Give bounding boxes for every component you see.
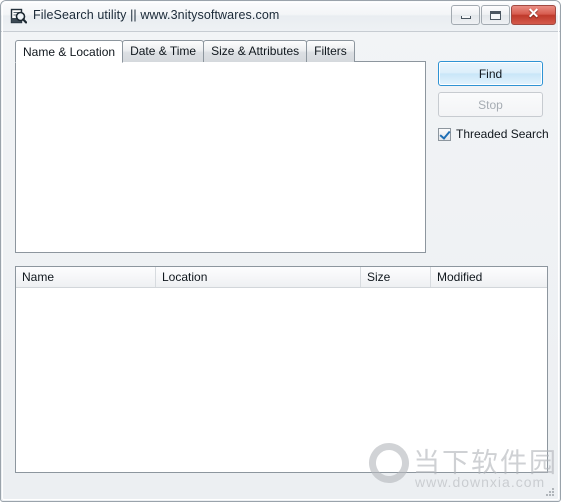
window-title: FileSearch utility || www.3nitysoftwares…: [33, 8, 280, 22]
tab-size-and-attributes[interactable]: Size & Attributes: [203, 40, 308, 62]
resize-grip[interactable]: [544, 486, 556, 498]
stop-button[interactable]: Stop: [438, 92, 543, 117]
results-list: Name Location Size Modified: [15, 266, 548, 473]
minimize-icon: [452, 6, 479, 24]
results-header-row: Name Location Size Modified: [16, 267, 547, 288]
close-button[interactable]: ✕: [511, 5, 556, 25]
tab-label: Size & Attributes: [211, 44, 300, 58]
watermark-url: www.downxia.com: [415, 474, 546, 490]
title-bar: FileSearch utility || www.3nitysoftwares…: [1, 1, 560, 32]
find-button[interactable]: Find: [438, 61, 543, 86]
tab-strip: Name & Location Date & Time Size & Attri…: [15, 40, 355, 63]
column-header-size[interactable]: Size: [361, 267, 431, 287]
threaded-search-label: Threaded Search: [456, 127, 549, 141]
tab-panel-name-and-location: [15, 61, 426, 253]
column-header-location[interactable]: Location: [156, 267, 361, 287]
maximize-icon: [482, 6, 509, 24]
tab-name-and-location[interactable]: Name & Location: [15, 40, 124, 63]
maximize-button[interactable]: [481, 5, 510, 25]
results-body[interactable]: [16, 288, 547, 472]
tab-filters[interactable]: Filters: [306, 40, 355, 62]
application-window: FileSearch utility || www.3nitysoftwares…: [0, 0, 561, 502]
column-header-modified[interactable]: Modified: [431, 267, 547, 287]
minimize-button[interactable]: [451, 5, 480, 25]
checkbox-icon: [438, 127, 451, 141]
magnifier-document-icon: [10, 8, 28, 25]
tab-label: Name & Location: [23, 45, 116, 59]
tab-label: Date & Time: [130, 44, 197, 58]
tab-date-and-time[interactable]: Date & Time: [122, 40, 205, 62]
column-header-name[interactable]: Name: [16, 267, 156, 287]
close-icon: ✕: [527, 7, 540, 22]
tab-label: Filters: [314, 44, 347, 58]
threaded-search-checkbox[interactable]: Threaded Search: [438, 127, 549, 141]
